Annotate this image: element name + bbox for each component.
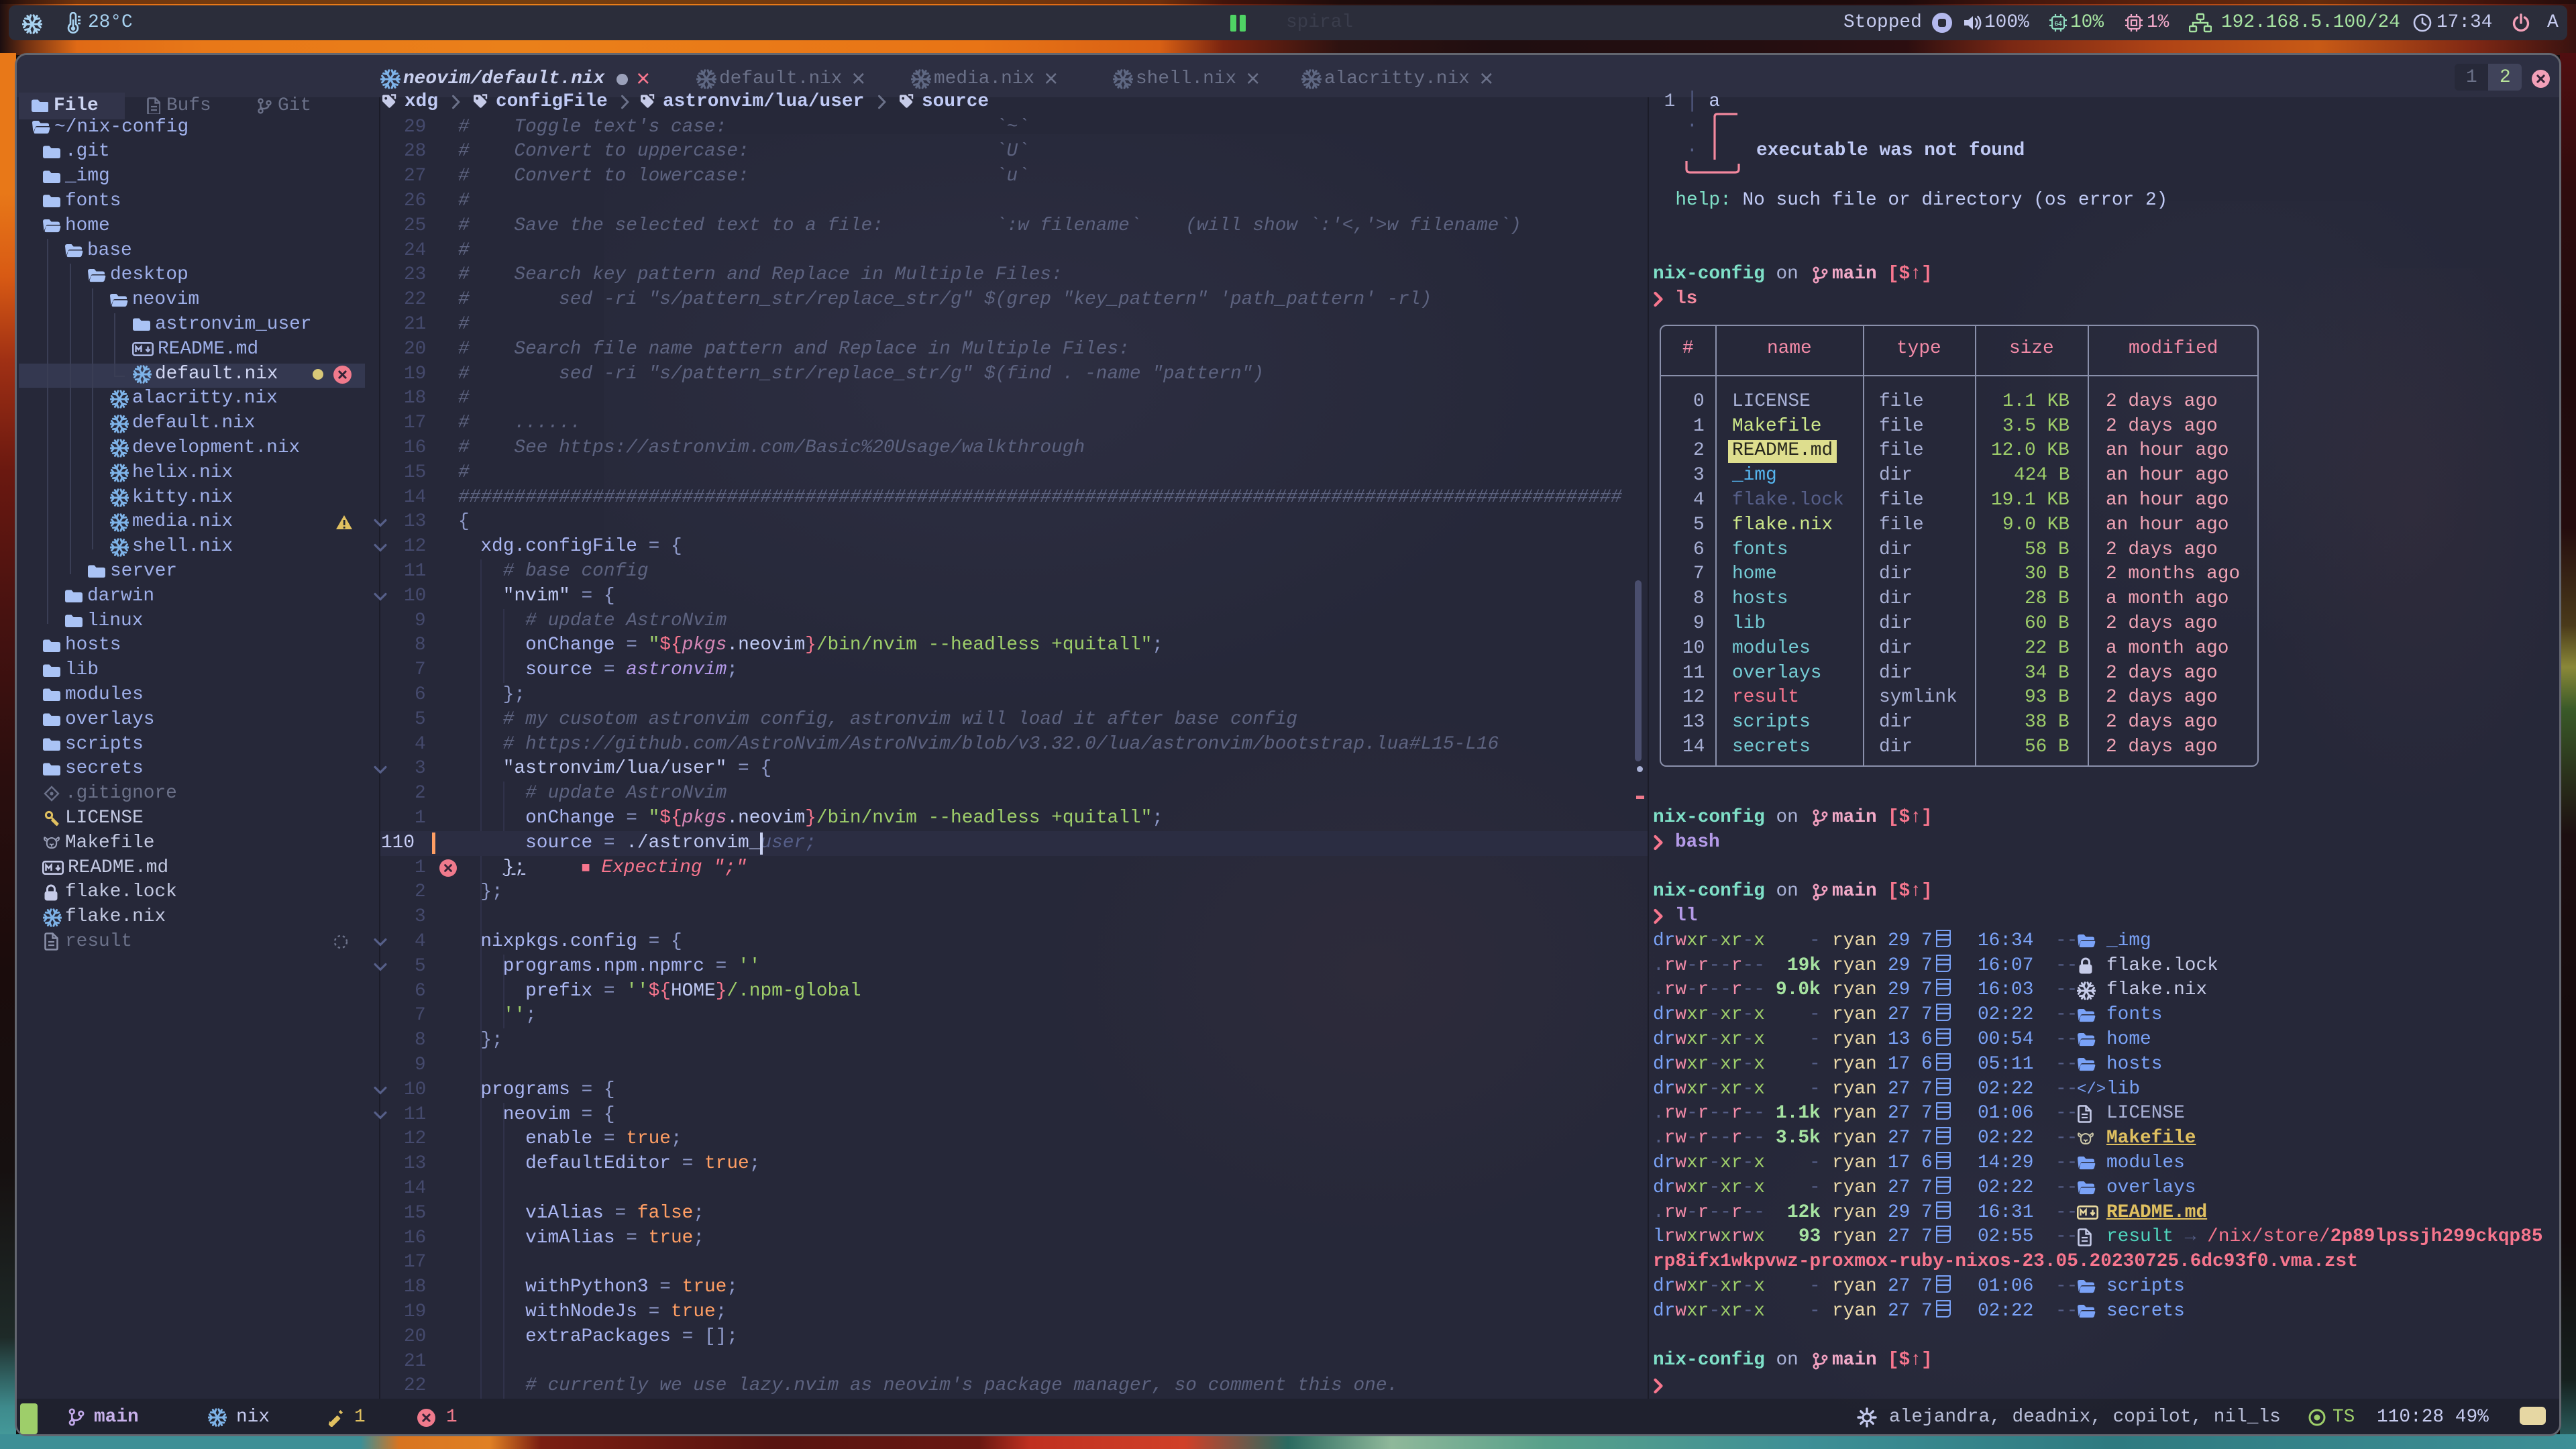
svg-text:64: 64 — [2054, 21, 2062, 28]
